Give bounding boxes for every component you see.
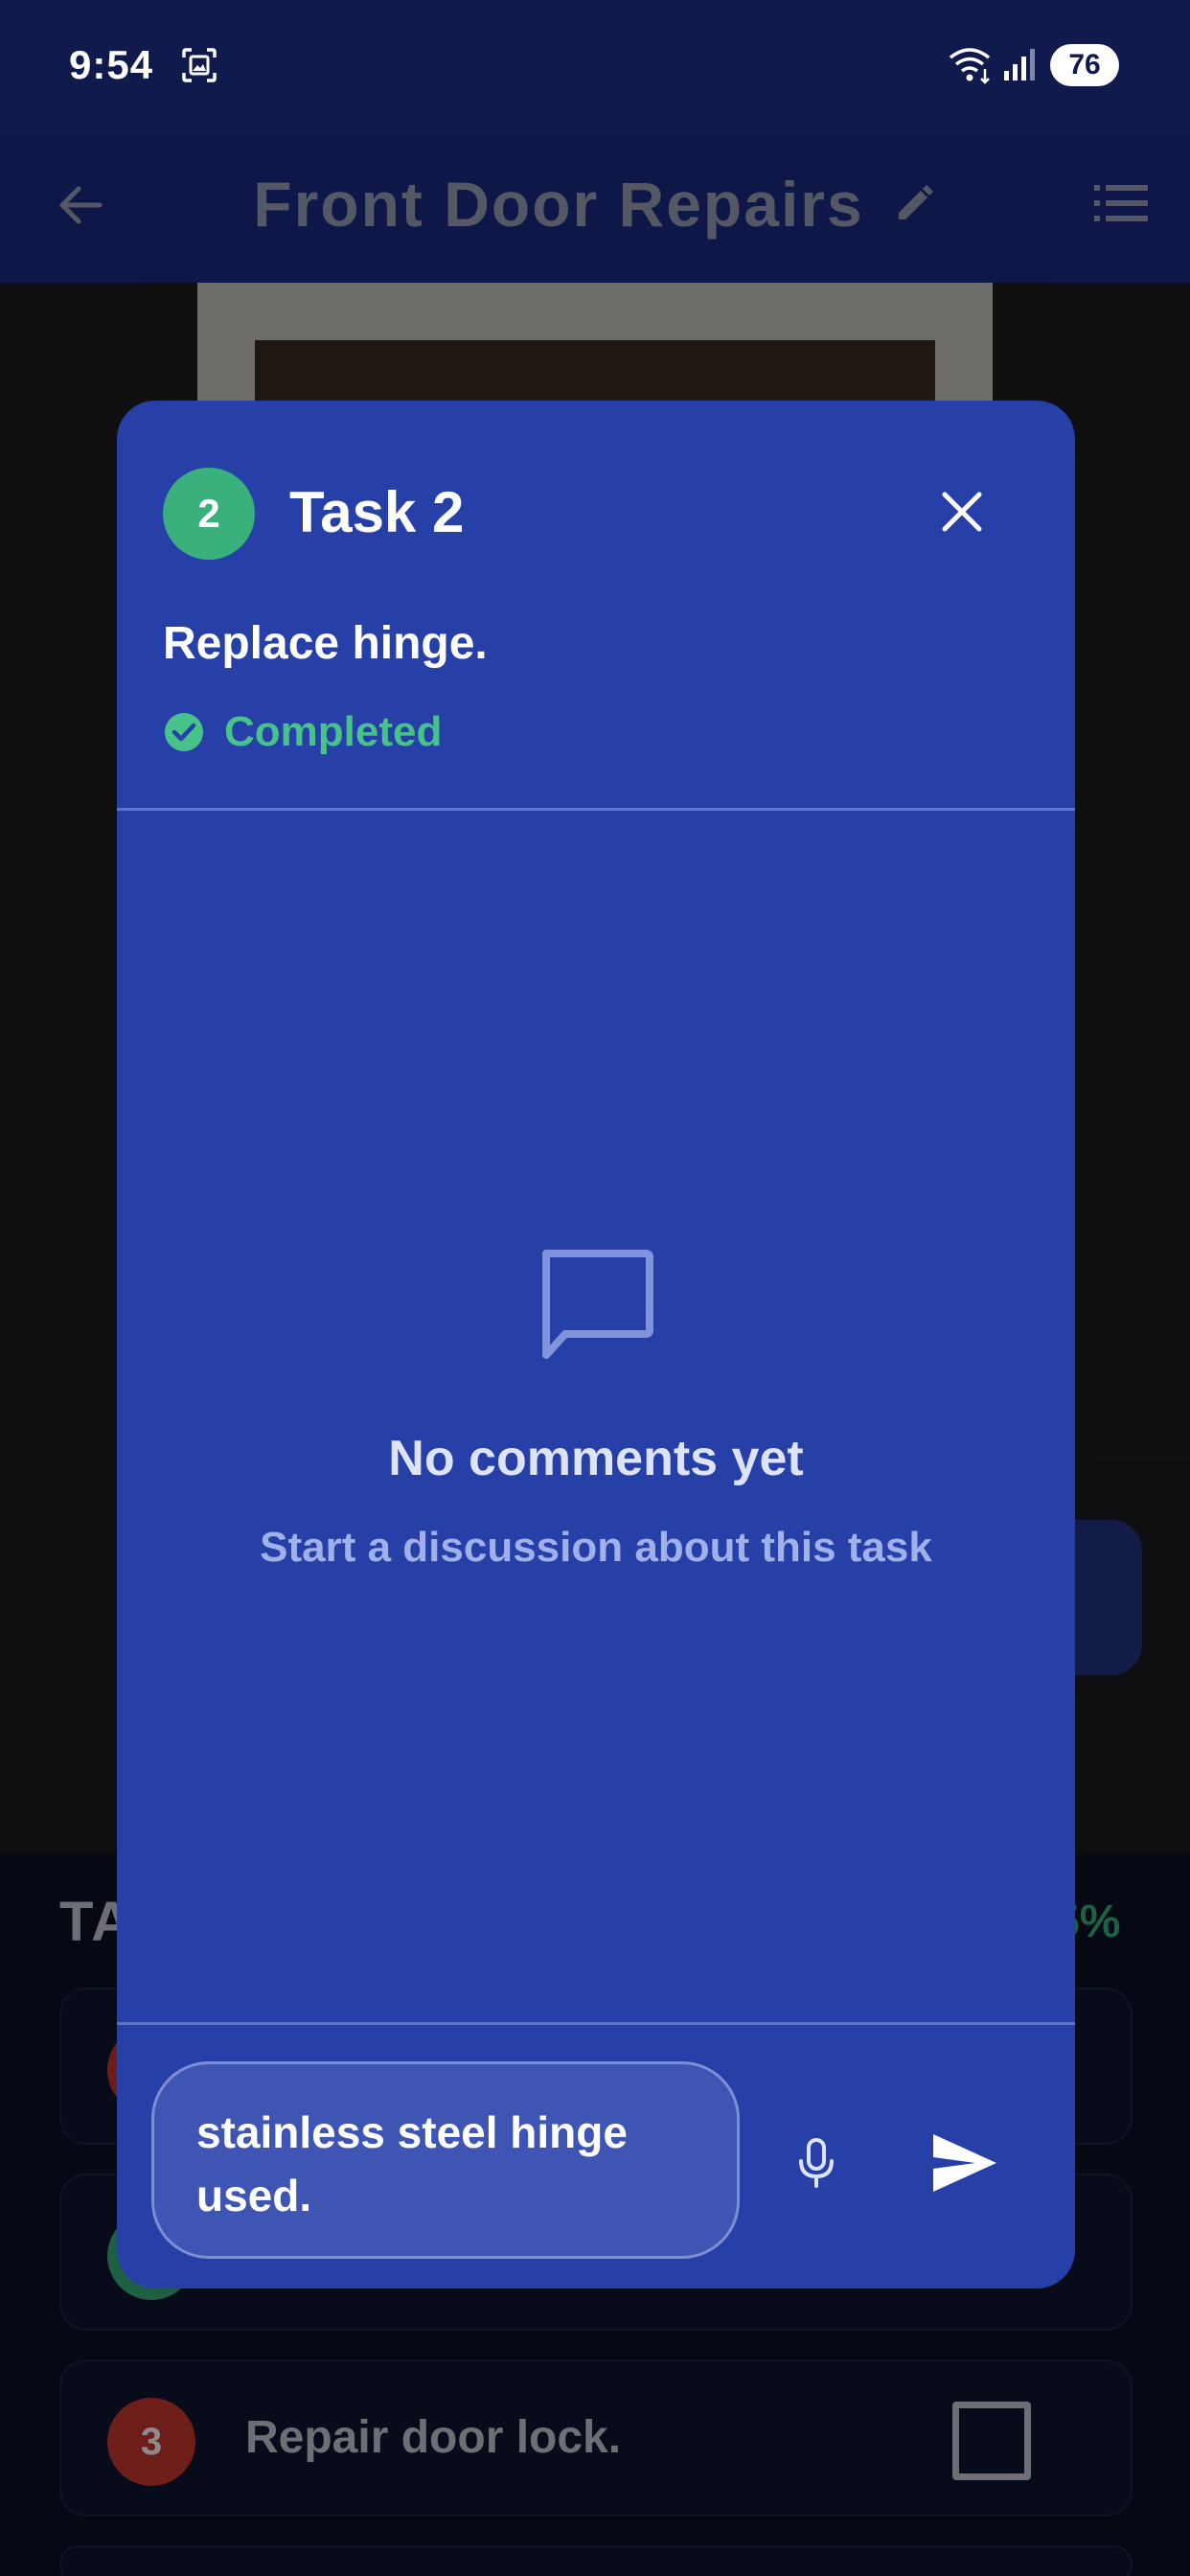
screenshot-icon [182, 48, 217, 82]
close-icon[interactable] [933, 483, 991, 540]
task-number-badge: 2 [163, 468, 255, 560]
dialog-header: 2 Task 2 Replace hinge. Completed [117, 401, 1075, 811]
battery-indicator: 76 [1050, 44, 1119, 86]
comment-input[interactable]: stainless steel hinge used. [151, 2061, 740, 2259]
send-icon[interactable] [931, 2132, 998, 2194]
empty-state-title: No comments yet [388, 1431, 804, 1486]
wifi-icon [949, 48, 991, 84]
comment-icon [542, 1250, 653, 1359]
status-label: Completed [224, 708, 443, 755]
status-time: 9:54 [69, 42, 154, 87]
check-circle-icon [165, 713, 203, 751]
mic-icon[interactable] [788, 2134, 845, 2192]
empty-state-subtitle: Start a discussion about this task [260, 1524, 932, 1571]
task-detail-dialog: 2 Task 2 Replace hinge. Completed No com… [117, 401, 1075, 2288]
signal-icon [1004, 49, 1035, 80]
comment-composer: stainless steel hinge used. [117, 2022, 1075, 2288]
dialog-title: Task 2 [289, 480, 465, 544]
task-description: Replace hinge. [163, 618, 488, 669]
task-status: Completed [163, 705, 442, 759]
